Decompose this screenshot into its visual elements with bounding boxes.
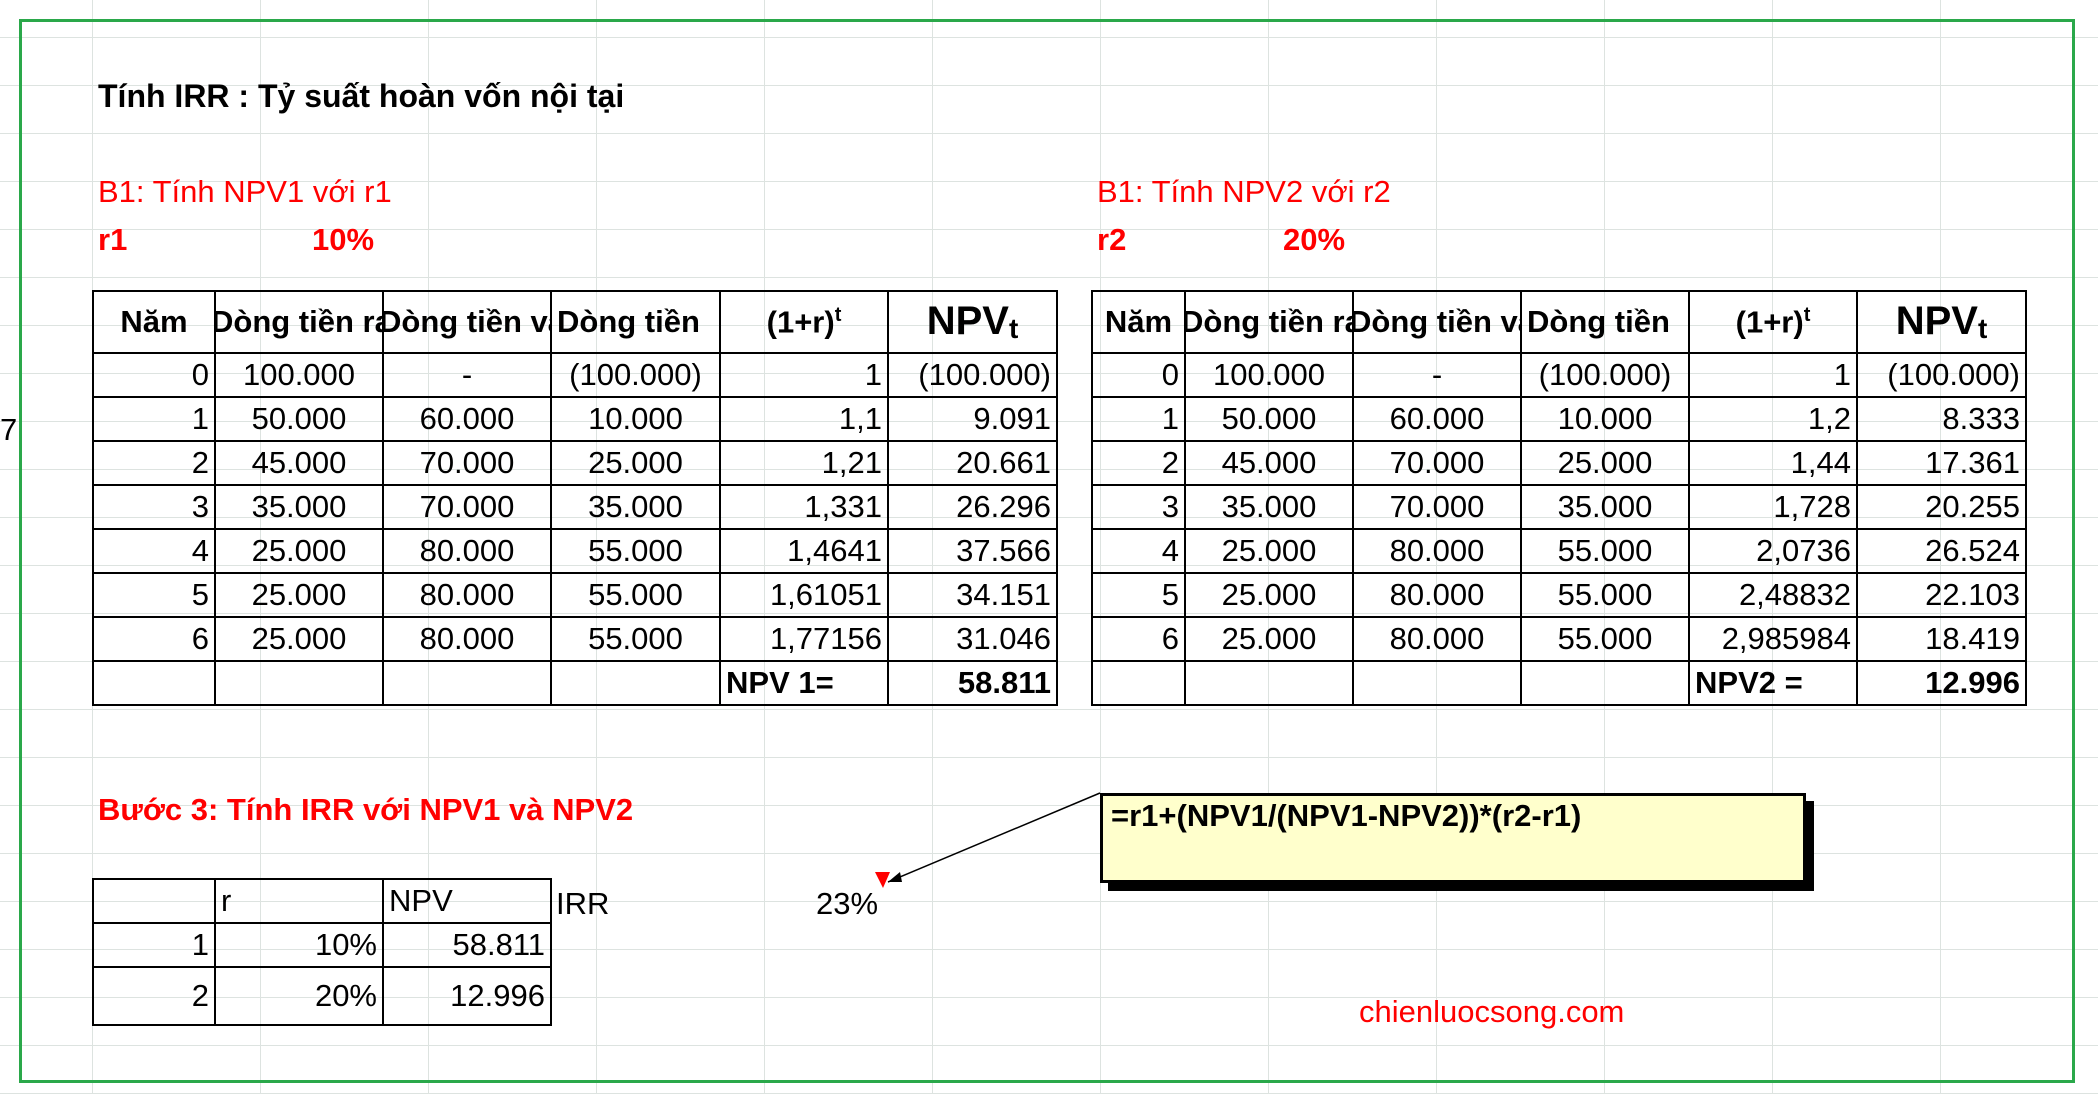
formula-comment-box[interactable]: =r1+(NPV1/(NPV1-NPV2))*(r2-r1) [1100, 793, 1806, 883]
comment-arrow [0, 0, 2098, 1094]
comment-indicator-icon [875, 872, 890, 888]
watermark: chienluocsong.com [1359, 988, 1624, 1036]
